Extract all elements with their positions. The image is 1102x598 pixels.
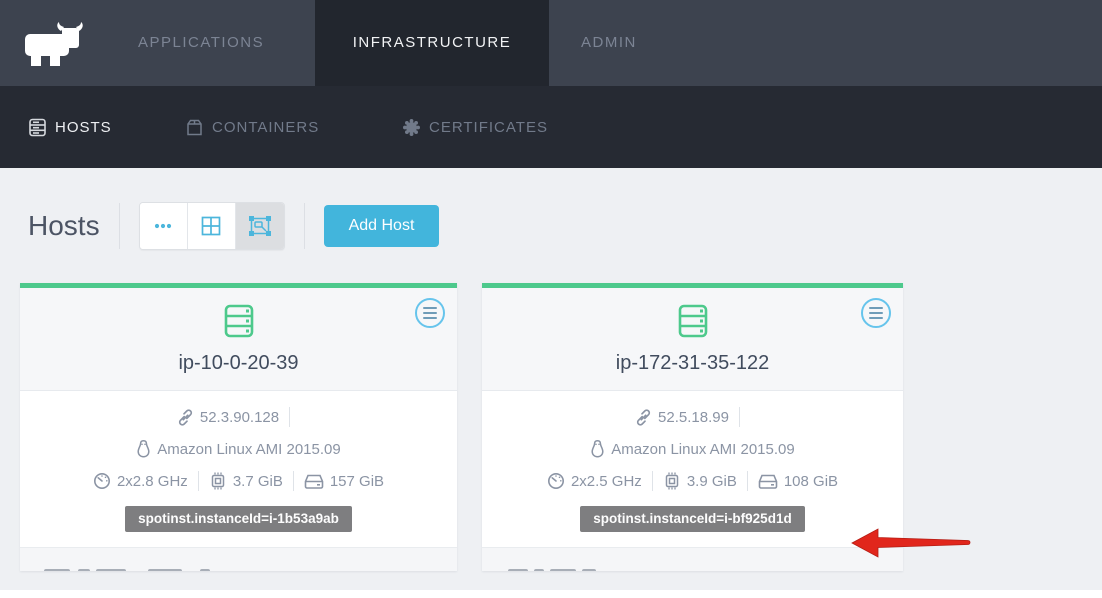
window-bottom-edge xyxy=(0,590,1102,598)
host-ip: 52.5.18.99 xyxy=(658,409,729,426)
view-mode-list-button[interactable] xyxy=(140,203,188,249)
add-host-button[interactable]: Add Host xyxy=(324,205,440,247)
subnav-item-label: CERTIFICATES xyxy=(429,119,548,136)
menu-line xyxy=(423,307,437,309)
host-cards-row: ACTIVE xyxy=(20,283,903,571)
linux-penguin-icon xyxy=(590,440,605,458)
infrastructure-sub-nav: HOSTS CONTAINERS xyxy=(0,86,1102,168)
certificate-seal-icon xyxy=(402,118,421,137)
subnav-item-label: CONTAINERS xyxy=(212,119,319,136)
clipped-text xyxy=(96,569,126,571)
topnav-item-applications[interactable]: APPLICATIONS xyxy=(138,0,264,86)
app-window: APPLICATIONS INFRASTRUCTURE ADMIN HOSTS xyxy=(0,0,1102,598)
host-server-icon xyxy=(674,302,712,340)
host-os-row: Amazon Linux AMI 2015.09 xyxy=(482,433,903,465)
clipped-text xyxy=(78,569,90,571)
linux-penguin-icon xyxy=(136,440,151,458)
view-mode-toggle xyxy=(139,202,285,250)
host-menu-button[interactable] xyxy=(861,298,891,328)
host-label-tag: spotinst.instanceId=i-bf925d1d xyxy=(580,506,804,532)
cpu-gauge-icon xyxy=(547,472,565,490)
hosts-server-icon xyxy=(28,118,47,137)
cpu-gauge-icon xyxy=(93,472,111,490)
disk-drive-icon xyxy=(304,473,324,490)
page-title: Hosts xyxy=(28,210,100,242)
host-ip-row: 52.5.18.99 xyxy=(482,401,903,433)
top-nav-bar: APPLICATIONS INFRASTRUCTURE ADMIN xyxy=(0,0,1102,86)
rancher-logo[interactable] xyxy=(16,15,94,71)
host-card-header: ip-172-31-35-122 xyxy=(482,288,903,391)
ellipsis-icon xyxy=(154,223,172,229)
divider xyxy=(739,407,740,427)
host-name[interactable]: ip-10-0-20-39 xyxy=(20,352,457,375)
host-card[interactable]: ACTIVE xyxy=(482,283,903,571)
host-memory: 3.7 GiB xyxy=(233,473,283,490)
host-card[interactable]: ACTIVE xyxy=(20,283,457,571)
host-specs-row: 2x2.8 GHz xyxy=(20,465,457,497)
host-os: Amazon Linux AMI 2015.09 xyxy=(611,441,794,458)
host-server-icon xyxy=(220,302,258,340)
grid-icon xyxy=(201,216,221,236)
divider xyxy=(652,471,653,491)
subnav-item-certificates[interactable]: CERTIFICATES xyxy=(402,86,548,168)
host-name[interactable]: ip-172-31-35-122 xyxy=(482,352,903,375)
host-card-footer xyxy=(20,547,457,571)
host-specs-row: 2x2.5 GHz xyxy=(482,465,903,497)
host-disk: 108 GiB xyxy=(784,473,838,490)
diagram-icon xyxy=(249,216,271,236)
host-card-header: ip-10-0-20-39 xyxy=(20,288,457,391)
menu-line xyxy=(869,317,883,319)
host-cpu: 2x2.8 GHz xyxy=(117,473,188,490)
subnav-item-hosts[interactable]: HOSTS xyxy=(28,86,112,168)
host-menu-button[interactable] xyxy=(415,298,445,328)
divider xyxy=(747,471,748,491)
host-ip-row: 52.3.90.128 xyxy=(20,401,457,433)
view-mode-grid-button[interactable] xyxy=(188,203,236,249)
memory-chip-icon xyxy=(209,472,227,490)
host-memory: 3.9 GiB xyxy=(687,473,737,490)
host-ip: 52.3.90.128 xyxy=(200,409,279,426)
subnav-item-containers[interactable]: CONTAINERS xyxy=(185,86,319,168)
subnav-item-label: HOSTS xyxy=(55,119,112,136)
disk-drive-icon xyxy=(758,473,778,490)
topnav-item-infrastructure[interactable]: INFRASTRUCTURE xyxy=(315,0,549,86)
page-header: Hosts xyxy=(28,202,439,250)
divider xyxy=(304,203,305,249)
link-icon xyxy=(635,409,652,426)
divider xyxy=(293,471,294,491)
clipped-text xyxy=(582,569,596,571)
host-label-tag: spotinst.instanceId=i-1b53a9ab xyxy=(125,506,352,532)
menu-line xyxy=(423,317,437,319)
menu-line xyxy=(869,312,883,314)
rancher-cow-icon xyxy=(22,18,88,68)
menu-line xyxy=(423,312,437,314)
host-os: Amazon Linux AMI 2015.09 xyxy=(157,441,340,458)
clipped-text xyxy=(200,569,210,571)
memory-chip-icon xyxy=(663,472,681,490)
divider xyxy=(289,407,290,427)
container-box-icon xyxy=(185,118,204,137)
topnav-item-admin[interactable]: ADMIN xyxy=(581,0,637,86)
clipped-text xyxy=(508,569,528,571)
red-annotation-arrow xyxy=(850,527,976,559)
host-card-footer xyxy=(482,547,903,571)
menu-line xyxy=(869,307,883,309)
link-icon xyxy=(177,409,194,426)
host-disk: 157 GiB xyxy=(330,473,384,490)
clipped-text xyxy=(148,569,182,571)
clipped-text xyxy=(534,569,544,571)
divider xyxy=(119,203,120,249)
clipped-text xyxy=(44,569,70,571)
host-card-details: 52.5.18.99 Amazon Linux AMI 2015.09 xyxy=(482,391,903,547)
view-mode-diagram-button[interactable] xyxy=(236,203,284,249)
divider xyxy=(198,471,199,491)
host-cpu: 2x2.5 GHz xyxy=(571,473,642,490)
host-card-details: 52.3.90.128 Amazon Linux AMI 2015.09 xyxy=(20,391,457,547)
host-os-row: Amazon Linux AMI 2015.09 xyxy=(20,433,457,465)
clipped-text xyxy=(550,569,576,571)
